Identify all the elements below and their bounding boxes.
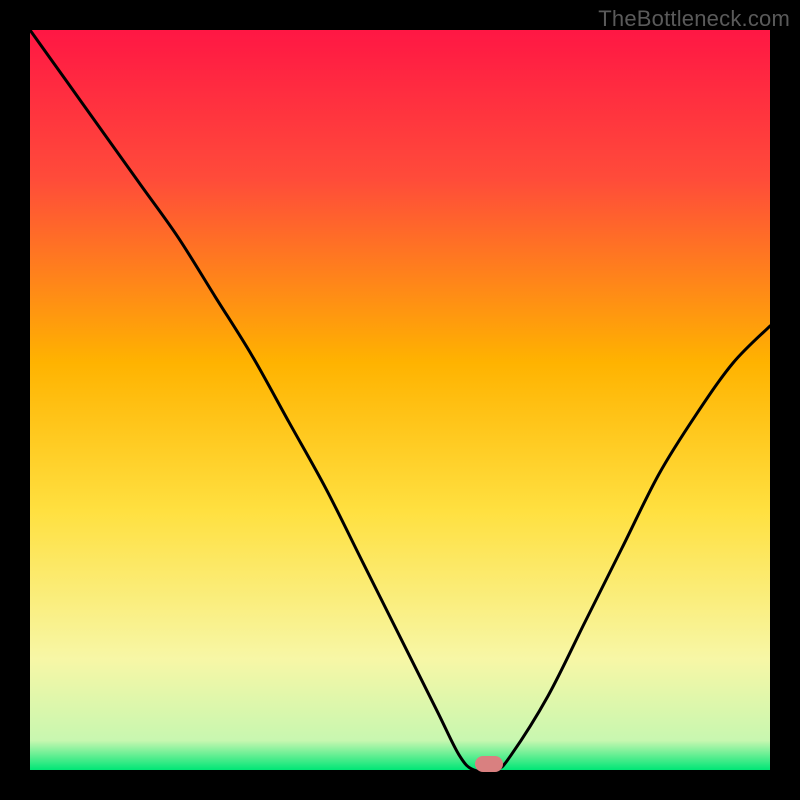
bottleneck-chart <box>30 30 770 770</box>
chart-frame: TheBottleneck.com <box>0 0 800 800</box>
optimal-marker <box>475 756 503 772</box>
watermark-text: TheBottleneck.com <box>598 6 790 32</box>
gradient-rect <box>30 30 770 770</box>
